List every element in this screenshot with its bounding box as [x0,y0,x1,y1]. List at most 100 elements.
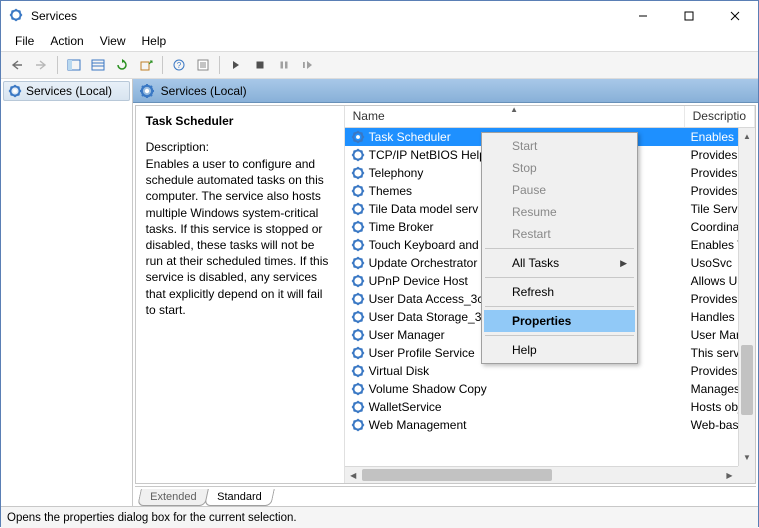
scroll-thumb[interactable] [362,469,552,481]
services-icon [139,83,155,99]
service-name: Time Broker [369,220,434,234]
list-header: Name ▲ Descriptio [345,106,755,128]
service-name: Tile Data model serv [369,202,479,216]
properties-button[interactable] [191,54,215,76]
service-row[interactable]: Virtual DiskProvides [345,362,755,380]
service-description: Handles s [685,310,744,324]
service-name: Telephony [369,166,424,180]
service-description: Coordina [685,220,740,234]
context-menu-resume[interactable]: Resume [484,201,635,223]
service-description: Allows UI [685,274,741,288]
tree-node-services-local[interactable]: Services (Local) [3,81,130,101]
export-list-button[interactable] [86,54,110,76]
scroll-right-button[interactable]: ▶ [721,467,738,483]
service-gear-icon [351,184,365,198]
context-menu-properties[interactable]: Properties [484,310,635,332]
context-menu-separator [485,306,634,307]
service-row[interactable]: Volume Shadow CopyManages [345,380,755,398]
forward-button[interactable] [29,54,53,76]
tab-extended[interactable]: Extended [137,489,209,506]
context-menu-start[interactable]: Start [484,135,635,157]
service-name: Web Management [369,418,467,432]
service-description: Enables a [685,130,744,144]
service-gear-icon [351,346,365,360]
service-name: User Manager [369,328,445,342]
service-gear-icon [351,256,365,270]
scroll-track[interactable] [362,467,721,483]
context-menu-all-tasks[interactable]: All Tasks ▶ [484,252,635,274]
service-description: This servi [685,346,742,360]
horizontal-scrollbar[interactable]: ◀ ▶ [345,466,738,483]
service-name: Touch Keyboard and [369,238,479,252]
back-button[interactable] [5,54,29,76]
menu-view[interactable]: View [92,32,134,50]
scroll-corner [738,466,755,483]
help-button[interactable]: ? [167,54,191,76]
column-header-description[interactable]: Descriptio [685,106,755,127]
refresh-button[interactable] [110,54,134,76]
context-menu-stop[interactable]: Stop [484,157,635,179]
maximize-button[interactable] [666,1,712,31]
service-description: Provides [685,364,738,378]
main-area: Services (Local) Services (Local) Task S… [1,79,758,506]
service-gear-icon [351,148,365,162]
scroll-down-button[interactable]: ▼ [739,449,755,466]
service-gear-icon [351,202,365,216]
scroll-up-button[interactable]: ▲ [739,128,755,145]
context-menu-help[interactable]: Help [484,339,635,361]
vertical-scrollbar[interactable]: ▲ ▼ [738,128,755,466]
submenu-arrow-icon: ▶ [620,258,627,269]
status-text: Opens the properties dialog box for the … [7,512,297,524]
context-menu-separator [485,248,634,249]
service-gear-icon [351,310,365,324]
context-menu-refresh[interactable]: Refresh [484,281,635,303]
service-description: Hosts obj [685,400,741,414]
export-button[interactable] [134,54,158,76]
services-app-icon [9,8,25,24]
menu-help[interactable]: Help [134,32,175,50]
service-description: Enables T [685,238,745,252]
service-name: UPnP Device Host [369,274,468,288]
restart-service-button[interactable] [296,54,320,76]
tree-node-label: Services (Local) [26,84,112,98]
pause-service-button[interactable] [272,54,296,76]
service-gear-icon [351,418,365,432]
service-name: Themes [369,184,412,198]
toolbar: ? [1,51,758,79]
service-name: User Data Access_3c [369,292,484,306]
toolbar-separator [162,56,163,74]
start-service-button[interactable] [224,54,248,76]
service-row[interactable]: WalletServiceHosts obj [345,398,755,416]
service-description: User Mar [685,328,740,342]
content-header-label: Services (Local) [161,84,247,98]
service-row[interactable]: Web ManagementWeb-bas [345,416,755,434]
service-gear-icon [351,130,365,144]
service-description: Provides [685,166,738,180]
menu-file[interactable]: File [7,32,42,50]
column-header-name[interactable]: Name ▲ [345,106,685,127]
description-label: Description: [146,140,334,154]
context-menu-restart[interactable]: Restart [484,223,635,245]
tab-standard[interactable]: Standard [204,489,274,506]
service-gear-icon [351,274,365,288]
close-button[interactable] [712,1,758,31]
svg-text:?: ? [177,61,182,70]
stop-service-button[interactable] [248,54,272,76]
show-hide-console-tree-button[interactable] [62,54,86,76]
context-menu-separator [485,277,634,278]
status-bar: Opens the properties dialog box for the … [1,506,758,528]
scroll-left-button[interactable]: ◀ [345,467,362,483]
minimize-button[interactable] [620,1,666,31]
service-gear-icon [351,400,365,414]
console-tree[interactable]: Services (Local) [1,79,133,506]
toolbar-separator [219,56,220,74]
context-menu-pause[interactable]: Pause [484,179,635,201]
service-name: Update Orchestrator [369,256,478,270]
scroll-track[interactable] [739,145,755,449]
content-pane: Services (Local) Task Scheduler Descript… [133,79,758,506]
service-name: Task Scheduler [369,130,451,144]
services-icon [8,84,22,98]
service-description: Provides [685,184,738,198]
scroll-thumb[interactable] [741,345,753,415]
menu-action[interactable]: Action [42,32,91,50]
